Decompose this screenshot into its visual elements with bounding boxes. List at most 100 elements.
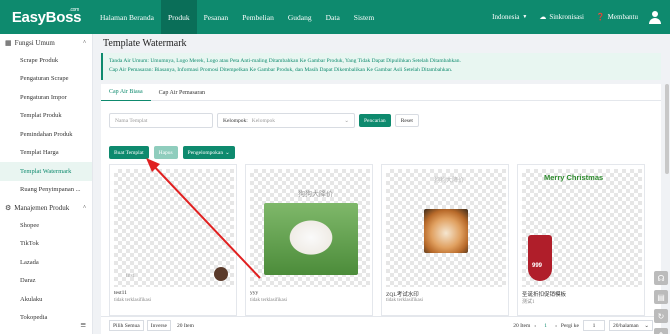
sidebar-item-watermark-template[interactable]: Templat Watermark [0, 162, 92, 181]
template-preview: 狗狗大降价 [250, 169, 370, 287]
sidebar-item-akulaku[interactable]: Akulaku [0, 290, 92, 309]
app-logo[interactable]: EasyBoss .com [0, 0, 93, 34]
template-preview: test [114, 169, 234, 287]
template-name: yyy [250, 290, 259, 296]
page-number[interactable]: 1 [540, 320, 552, 331]
template-preview: Merry Christmas 999 [522, 169, 642, 287]
nav-warehouse[interactable]: Gudang [281, 0, 319, 34]
help-button[interactable]: ❓ Membantu [590, 13, 644, 21]
sidebar-item-product-transfer[interactable]: Pemindahan Produk [0, 125, 92, 144]
chevron-down-icon: ⌄ [644, 322, 649, 329]
chevron-up-icon: ^ [83, 39, 86, 46]
select-all-button[interactable]: Pilih Semua [109, 320, 144, 331]
inverse-button[interactable]: Inverse [146, 320, 171, 331]
content-panel: Nama Templat Kelompok: Kelompok ⌄ Pencar… [101, 101, 661, 334]
page-size-select[interactable]: 20/halaman ⌄ [609, 320, 653, 331]
reset-button[interactable]: Reset [394, 114, 419, 127]
sidebar-item-shopee[interactable]: Shopee [0, 216, 92, 235]
nav-orders[interactable]: Pesanan [197, 0, 236, 34]
sidebar-group-label: Fungsi Umum [14, 38, 55, 47]
item-count: 20 Item [176, 322, 194, 329]
template-name: test11 [114, 290, 127, 296]
info-notice: Tanda Air Umum: Umumnya, Logo Merek, Log… [101, 53, 661, 80]
total-count: 20 Item [513, 322, 531, 329]
sync-label: Sinkronisasi [549, 13, 584, 21]
floating-toolbar: ☊ ▤ ↻ ⇡ [654, 271, 670, 334]
prev-page-icon[interactable]: ‹ [534, 323, 536, 329]
cloud-icon: ☁ [539, 13, 547, 21]
nav-system[interactable]: Sistem [347, 0, 381, 34]
group-select-placeholder: Kelompok [251, 117, 275, 124]
template-grid: test test11 tidak terklasifikasi 狗狗大降价 y… [109, 164, 645, 316]
template-card[interactable]: test test11 tidak terklasifikasi [109, 164, 237, 316]
language-selector[interactable]: Indonesia ▼ [486, 13, 533, 21]
sidebar-group-product-management[interactable]: ⚙ Manajemen Produk ^ [0, 199, 92, 216]
notice-line-marketing: Cap Air Pemasaran: Biasanya, Informasi P… [109, 67, 453, 73]
watermark-text: 狗狗大降价 [434, 178, 465, 184]
notice-line-regular: Tanda Air Umum: Umumnya, Logo Merek, Log… [109, 58, 461, 64]
sidebar-group-common[interactable]: ▦ Fungsi Umum ^ [0, 34, 92, 51]
nav-purchases[interactable]: Pembelian [235, 0, 281, 34]
chevron-down-icon: ⌄ [225, 149, 230, 156]
watermark-text: Merry Christmas [544, 173, 604, 182]
nav-data[interactable]: Data [319, 0, 347, 34]
main-content: Template Watermark Tanda Air Umum: Umumn… [93, 34, 670, 334]
dog-photo [264, 203, 358, 275]
sidebar-item-import-settings[interactable]: Pengaturan Impor [0, 88, 92, 107]
watermark-text: test [126, 273, 135, 279]
grouping-label: Pengelompokan [187, 149, 224, 156]
nav-products[interactable]: Produk [160, 0, 197, 34]
question-icon: ❓ [595, 13, 605, 21]
next-page-icon[interactable]: › [555, 323, 557, 329]
template-name-input[interactable]: Nama Templat [109, 113, 213, 128]
menu-collapse-icon[interactable]: ≡ [0, 316, 92, 334]
sidebar-item-tiktok[interactable]: TikTok [0, 235, 92, 254]
search-button[interactable]: Pencarian [359, 114, 391, 127]
badge-number: 999 [532, 263, 543, 269]
sync-button[interactable]: ☁ Sinkronisasi [533, 13, 590, 21]
page-scrollbar[interactable] [665, 84, 669, 174]
sidebar-item-scrape-product[interactable]: Scrape Produk [0, 51, 92, 70]
filter-bar: Nama Templat Kelompok: Kelompok ⌄ Pencar… [109, 113, 419, 128]
template-card[interactable]: 狗狗大降价 yyy tidak terklasifikasi [245, 164, 373, 316]
sidebar-item-storage[interactable]: Ruang Penyimpanan ... [0, 181, 92, 200]
sidebar-item-daraz[interactable]: Daraz [0, 272, 92, 291]
chevron-up-icon: ^ [83, 204, 86, 211]
sidebar: ▦ Fungsi Umum ^ Scrape Produk Pengaturan… [0, 34, 93, 334]
sidebar-item-product-template[interactable]: Templat Produk [0, 107, 92, 126]
group-select-label: Kelompok: [223, 117, 248, 124]
page-title: Template Watermark [103, 38, 187, 49]
tab-bar: Cap Air Biasa Cap Air Pemasaran [101, 84, 661, 101]
book-icon[interactable]: ▤ [654, 290, 668, 304]
user-avatar-icon[interactable] [648, 10, 662, 24]
template-name: ZQL考试水印 [386, 292, 419, 298]
template-card[interactable]: 狗狗大降价 ZQL考试水印 tidak terklasifikasi [381, 164, 509, 316]
back-to-top-icon[interactable]: ⇡ [654, 328, 668, 334]
group-select[interactable]: Kelompok: Kelompok ⌄ [217, 113, 355, 128]
template-name: 圣诞折扣促销模板 [522, 292, 567, 298]
headset-icon[interactable]: ☊ [654, 271, 668, 285]
template-card[interactable]: Merry Christmas 999 圣诞折扣促销模板 测试1 [517, 164, 645, 316]
goto-label: Pergi ke [560, 322, 579, 329]
delete-button[interactable]: Hapus [153, 146, 178, 159]
refresh-icon[interactable]: ↻ [654, 309, 668, 323]
watermark-text: 狗狗大降价 [298, 190, 333, 198]
tab-regular-watermark[interactable]: Cap Air Biasa [101, 84, 151, 101]
gear-icon: ⚙ [5, 203, 12, 212]
shiba-photo [424, 209, 468, 253]
avatar-thumbnail [214, 267, 228, 281]
sidebar-item-scrape-settings[interactable]: Pengaturan Scrape [0, 70, 92, 89]
sidebar-item-lazada[interactable]: Lazada [0, 253, 92, 272]
help-label: Membantu [607, 13, 638, 21]
nav-home[interactable]: Halaman Beranda [93, 0, 161, 34]
create-template-button[interactable]: Buat Templat [109, 146, 149, 159]
sidebar-group-label: Manajemen Produk [14, 203, 70, 212]
tab-marketing-watermark[interactable]: Cap Air Pemasaran [151, 84, 213, 101]
christmas-badge: 999 [528, 235, 552, 281]
goto-page-input[interactable]: 1 [583, 320, 605, 331]
chevron-down-icon: ▼ [522, 14, 528, 20]
pagination: 20 Item ‹ 1 › Pergi ke 1 20/halaman ⌄ [513, 320, 653, 331]
sidebar-item-price-template[interactable]: Templat Harga [0, 144, 92, 163]
grid-icon: ▦ [5, 38, 12, 47]
grouping-dropdown[interactable]: Pengelompokan ⌄ [182, 146, 235, 159]
